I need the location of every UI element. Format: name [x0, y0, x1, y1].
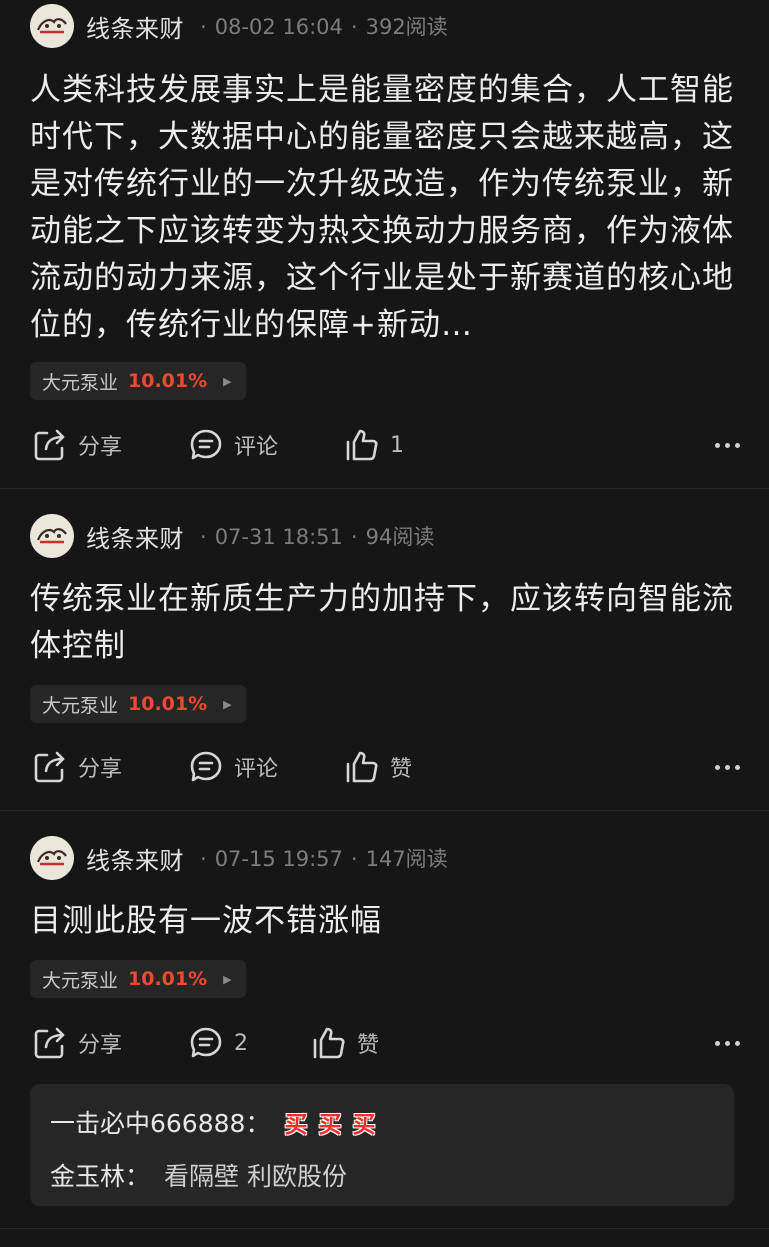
- share-button[interactable]: 分享: [32, 745, 122, 789]
- post-date: 08-02 16:04: [214, 15, 343, 39]
- post-meta: · 08-02 16:04 · 392阅读: [200, 15, 448, 39]
- triangle-right-icon: ▶: [223, 374, 232, 388]
- stock-change: 10.01%: [128, 370, 208, 392]
- action-bar: 分享 评论 赞: [30, 745, 740, 789]
- comment-label: 评论: [234, 757, 279, 782]
- post-content[interactable]: 传统泵业在新质生产力的加持下，应该转向智能流体控制: [30, 576, 740, 670]
- stock-tag[interactable]: 大元泵业 10.01% ▶: [30, 685, 246, 723]
- divider: [0, 810, 769, 811]
- comment-item[interactable]: 金玉林 ： 看隔壁 利欧股份: [50, 1157, 347, 1193]
- triangle-right-icon: ▶: [223, 697, 232, 711]
- comment-item[interactable]: 一击必中666888 ： 买 买 买: [50, 1104, 386, 1140]
- comment-colon: ：: [125, 1162, 151, 1191]
- like-button[interactable]: 赞: [311, 1021, 379, 1065]
- like-count: 1: [390, 432, 404, 458]
- post-header: 线条来财 · 07-31 18:51 · 94阅读: [30, 514, 434, 558]
- post-content[interactable]: 人类科技发展事实上是能量密度的集合，人工智能时代下，大数据中心的能量密度只会越来…: [30, 67, 740, 349]
- share-button[interactable]: 分享: [32, 1021, 122, 1065]
- comment-button[interactable]: 2: [188, 1021, 248, 1065]
- like-icon: [346, 429, 378, 461]
- avatar-logo-icon: [30, 836, 74, 880]
- stock-name: 大元泵业: [42, 969, 119, 992]
- more-icon: [715, 764, 720, 770]
- like-button[interactable]: 赞: [344, 745, 412, 789]
- share-button[interactable]: 分享: [32, 423, 122, 467]
- stock-tag[interactable]: 大元泵业 10.01% ▶: [30, 362, 246, 400]
- stock-change: 10.01%: [128, 968, 208, 990]
- comment-icon: [190, 751, 222, 782]
- post-3[interactable]: 线条来财 · 07-15 19:57 · 147阅读 目测此股有一波不错涨幅 大元泵业…: [0, 812, 769, 1228]
- post-meta: · 07-15 19:57 · 147阅读: [200, 847, 448, 871]
- post-header: 线条来财 · 07-15 19:57 · 147阅读: [30, 836, 448, 880]
- more-button[interactable]: [710, 423, 740, 467]
- share-icon: [34, 1027, 65, 1059]
- comment-label: 评论: [234, 435, 279, 460]
- divider: [0, 1228, 769, 1229]
- more-icon: [715, 1040, 720, 1046]
- post-date: 07-31 18:51: [214, 525, 343, 549]
- post-1[interactable]: 线条来财 · 08-02 16:04 · 392阅读 人类科技发展事实上是能量密度的集…: [0, 0, 769, 488]
- more-button[interactable]: [710, 1021, 740, 1065]
- share-label: 分享: [78, 1033, 123, 1058]
- action-bar: 分享 评论 1: [30, 423, 740, 467]
- comment-icon: [190, 1027, 222, 1058]
- stock-name: 大元泵业: [42, 371, 119, 394]
- post-content[interactable]: 目测此股有一波不错涨幅: [30, 898, 740, 945]
- comment-author[interactable]: 金玉林: [50, 1157, 125, 1193]
- like-label: 赞: [390, 757, 413, 782]
- post-2[interactable]: 线条来财 · 07-31 18:51 · 94阅读 传统泵业在新质生产力的加持下，应该…: [0, 490, 769, 810]
- comment-author[interactable]: 一击必中666888: [50, 1104, 245, 1140]
- avatar[interactable]: [30, 514, 74, 558]
- stock-name: 大元泵业: [42, 694, 119, 717]
- buy-emoji: 买: [352, 1112, 376, 1138]
- action-bar: 分享 2 赞: [30, 1021, 740, 1065]
- comment-count: 2: [234, 1030, 248, 1056]
- read-count: 94阅读: [365, 525, 435, 549]
- like-label: 赞: [357, 1033, 380, 1058]
- avatar[interactable]: [30, 4, 74, 48]
- like-icon: [346, 751, 378, 783]
- comment-button[interactable]: 评论: [188, 423, 278, 467]
- share-label: 分享: [78, 757, 123, 782]
- username[interactable]: 线条来财: [86, 9, 184, 44]
- stock-tag[interactable]: 大元泵业 10.01% ▶: [30, 960, 246, 998]
- post-date: 07-15 19:57: [214, 847, 343, 871]
- read-count: 147阅读: [365, 847, 448, 871]
- buy-emoji: 买: [284, 1112, 308, 1138]
- username[interactable]: 线条来财: [86, 841, 184, 876]
- share-icon: [34, 751, 65, 783]
- more-icon: [715, 442, 720, 448]
- comment-icon: [190, 429, 222, 460]
- post-header: 线条来财 · 08-02 16:04 · 392阅读: [30, 4, 448, 48]
- buy-emoji-group: 买 买 买: [284, 1105, 386, 1139]
- username[interactable]: 线条来财: [86, 519, 184, 554]
- share-icon: [34, 429, 65, 461]
- avatar-logo-icon: [30, 514, 74, 558]
- like-button[interactable]: 1: [344, 423, 404, 467]
- more-button[interactable]: [710, 745, 740, 789]
- share-label: 分享: [78, 435, 123, 460]
- triangle-right-icon: ▶: [223, 972, 232, 986]
- like-icon: [313, 1027, 345, 1059]
- stock-change: 10.01%: [128, 693, 208, 715]
- comment-text: 看隔壁 利欧股份: [164, 1162, 347, 1191]
- buy-emoji: 买: [318, 1112, 342, 1138]
- comment-preview[interactable]: 一击必中666888 ： 买 买 买 金玉林 ： 看隔壁 利欧股份: [30, 1084, 734, 1206]
- read-count: 392阅读: [365, 15, 448, 39]
- comment-colon: ：: [245, 1109, 271, 1138]
- post-meta: · 07-31 18:51 · 94阅读: [200, 525, 435, 549]
- comment-button[interactable]: 评论: [188, 745, 278, 789]
- avatar-logo-icon: [30, 4, 74, 48]
- avatar[interactable]: [30, 836, 74, 880]
- divider: [0, 488, 769, 489]
